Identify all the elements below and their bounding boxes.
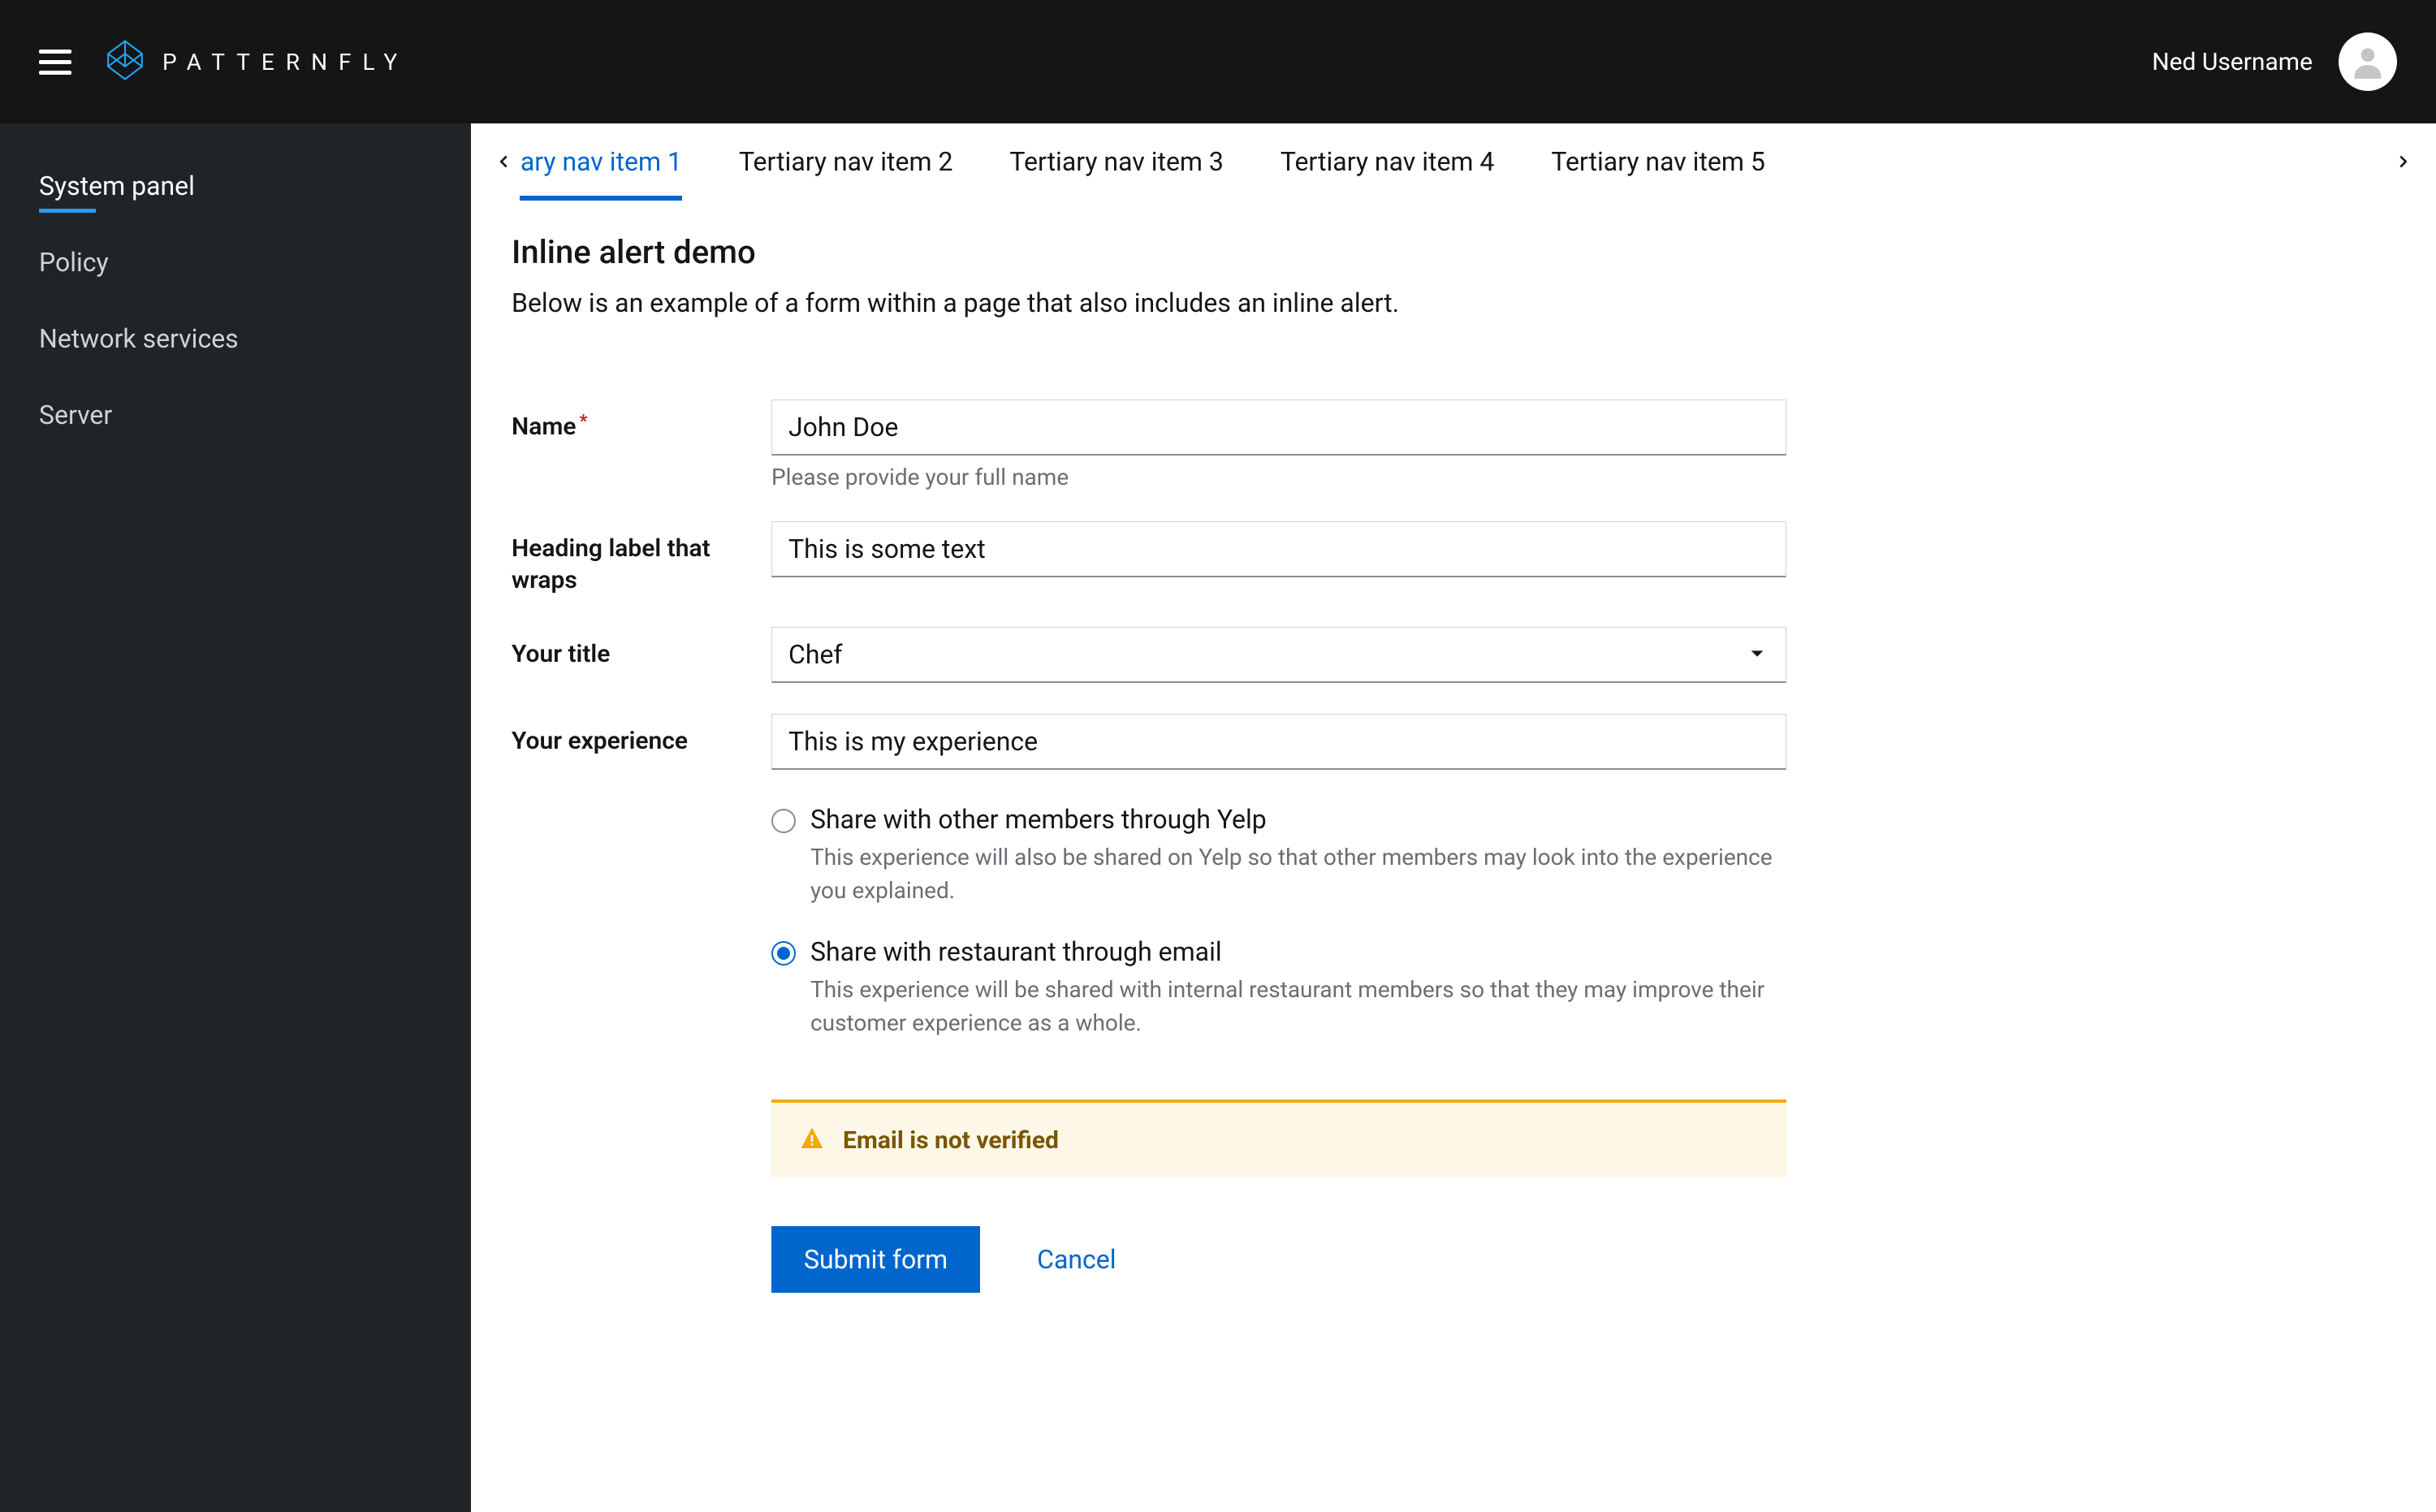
alert-title: Email is not verified bbox=[843, 1126, 1059, 1155]
radio-option-email[interactable]: Share with restaurant through email This… bbox=[771, 936, 1786, 1039]
tab-label: Tertiary nav item 4 bbox=[1281, 146, 1494, 177]
heading-label: Heading label that wraps bbox=[512, 521, 771, 596]
title-select[interactable]: Chef bbox=[771, 627, 1786, 683]
user-icon bbox=[2347, 41, 2388, 82]
form-section: Name* Please provide your full name Head… bbox=[471, 359, 2436, 1333]
heading-input[interactable] bbox=[771, 521, 1786, 577]
header: PATTERNFLY Ned Username bbox=[0, 0, 2436, 123]
required-indicator: * bbox=[580, 412, 588, 432]
radio-label: Share with other members through Yelp bbox=[810, 804, 1786, 835]
sidebar: System panel Policy Network services Ser… bbox=[0, 123, 471, 1512]
radio-description: This experience will be shared with inte… bbox=[810, 974, 1786, 1039]
name-label: Name* bbox=[512, 400, 771, 443]
tab-label: Tertiary nav item 3 bbox=[1009, 146, 1223, 177]
sidebar-item-policy[interactable]: Policy bbox=[0, 224, 471, 300]
submit-button[interactable]: Submit form bbox=[771, 1226, 980, 1293]
form-row-title: Your title Chef bbox=[512, 627, 2395, 683]
chevron-left-icon bbox=[495, 153, 512, 171]
tab-tertiary-1[interactable]: ertiary nav item 1 bbox=[520, 123, 682, 201]
experience-input[interactable] bbox=[771, 714, 1786, 770]
inline-alert-warning: Email is not verified bbox=[771, 1099, 1786, 1177]
menu-toggle-button[interactable] bbox=[39, 50, 71, 75]
radio-description: This experience will also be shared on Y… bbox=[810, 841, 1786, 907]
radio-input-yelp[interactable] bbox=[771, 809, 796, 833]
chevron-right-icon bbox=[2395, 153, 2412, 171]
form-row-name: Name* Please provide your full name bbox=[512, 400, 2395, 490]
page-header-section: Inline alert demo Below is an example of… bbox=[471, 201, 2436, 359]
form-actions: Submit form Cancel bbox=[771, 1226, 2395, 1293]
sidebar-item-system-panel[interactable]: System panel bbox=[0, 148, 471, 224]
tab-tertiary-2[interactable]: Tertiary nav item 2 bbox=[739, 123, 952, 201]
tab-tertiary-3[interactable]: Tertiary nav item 3 bbox=[1009, 123, 1223, 201]
name-input[interactable] bbox=[771, 400, 1786, 456]
sidebar-item-server[interactable]: Server bbox=[0, 377, 471, 453]
tab-label: ertiary nav item 1 bbox=[520, 146, 682, 177]
form-row-share: Share with other members through Yelp Th… bbox=[512, 801, 2395, 1069]
nav-scroll-left-button[interactable] bbox=[487, 153, 520, 171]
radio-label: Share with restaurant through email bbox=[810, 936, 1786, 967]
patternfly-logo-icon bbox=[104, 39, 146, 84]
sidebar-item-label: System panel bbox=[39, 171, 195, 201]
tab-label: Tertiary nav item 5 bbox=[1551, 146, 1764, 177]
tab-tertiary-4[interactable]: Tertiary nav item 4 bbox=[1281, 123, 1494, 201]
sidebar-item-network-services[interactable]: Network services bbox=[0, 300, 471, 377]
tab-tertiary-5[interactable]: Tertiary nav item 5 bbox=[1551, 123, 1764, 201]
brand-text: PATTERNFLY bbox=[162, 49, 408, 76]
form-row-experience: Your experience bbox=[512, 714, 2395, 770]
page-description: Below is an example of a form within a p… bbox=[512, 287, 2395, 318]
main-content: ertiary nav item 1 Tertiary nav item 2 T… bbox=[471, 123, 2436, 1512]
radio-input-email[interactable] bbox=[771, 941, 796, 966]
avatar[interactable] bbox=[2339, 32, 2397, 91]
experience-label: Your experience bbox=[512, 714, 771, 757]
username-label[interactable]: Ned Username bbox=[2152, 48, 2313, 76]
label-text: Name bbox=[512, 413, 577, 441]
page-title: Inline alert demo bbox=[512, 233, 2395, 271]
form-row-heading: Heading label that wraps bbox=[512, 521, 2395, 596]
sidebar-item-label: Network services bbox=[39, 323, 239, 354]
tertiary-nav: ertiary nav item 1 Tertiary nav item 2 T… bbox=[471, 123, 2436, 201]
radio-option-yelp[interactable]: Share with other members through Yelp Th… bbox=[771, 804, 1786, 907]
sidebar-item-label: Server bbox=[39, 400, 112, 430]
warning-triangle-icon bbox=[799, 1125, 825, 1155]
brand-logo[interactable]: PATTERNFLY bbox=[104, 39, 408, 84]
nav-scroll-right-button[interactable] bbox=[2387, 153, 2420, 171]
title-label: Your title bbox=[512, 627, 771, 670]
tab-label: Tertiary nav item 2 bbox=[739, 146, 952, 177]
name-helper-text: Please provide your full name bbox=[771, 464, 1786, 490]
cancel-button[interactable]: Cancel bbox=[1037, 1244, 1116, 1275]
sidebar-item-label: Policy bbox=[39, 247, 109, 278]
